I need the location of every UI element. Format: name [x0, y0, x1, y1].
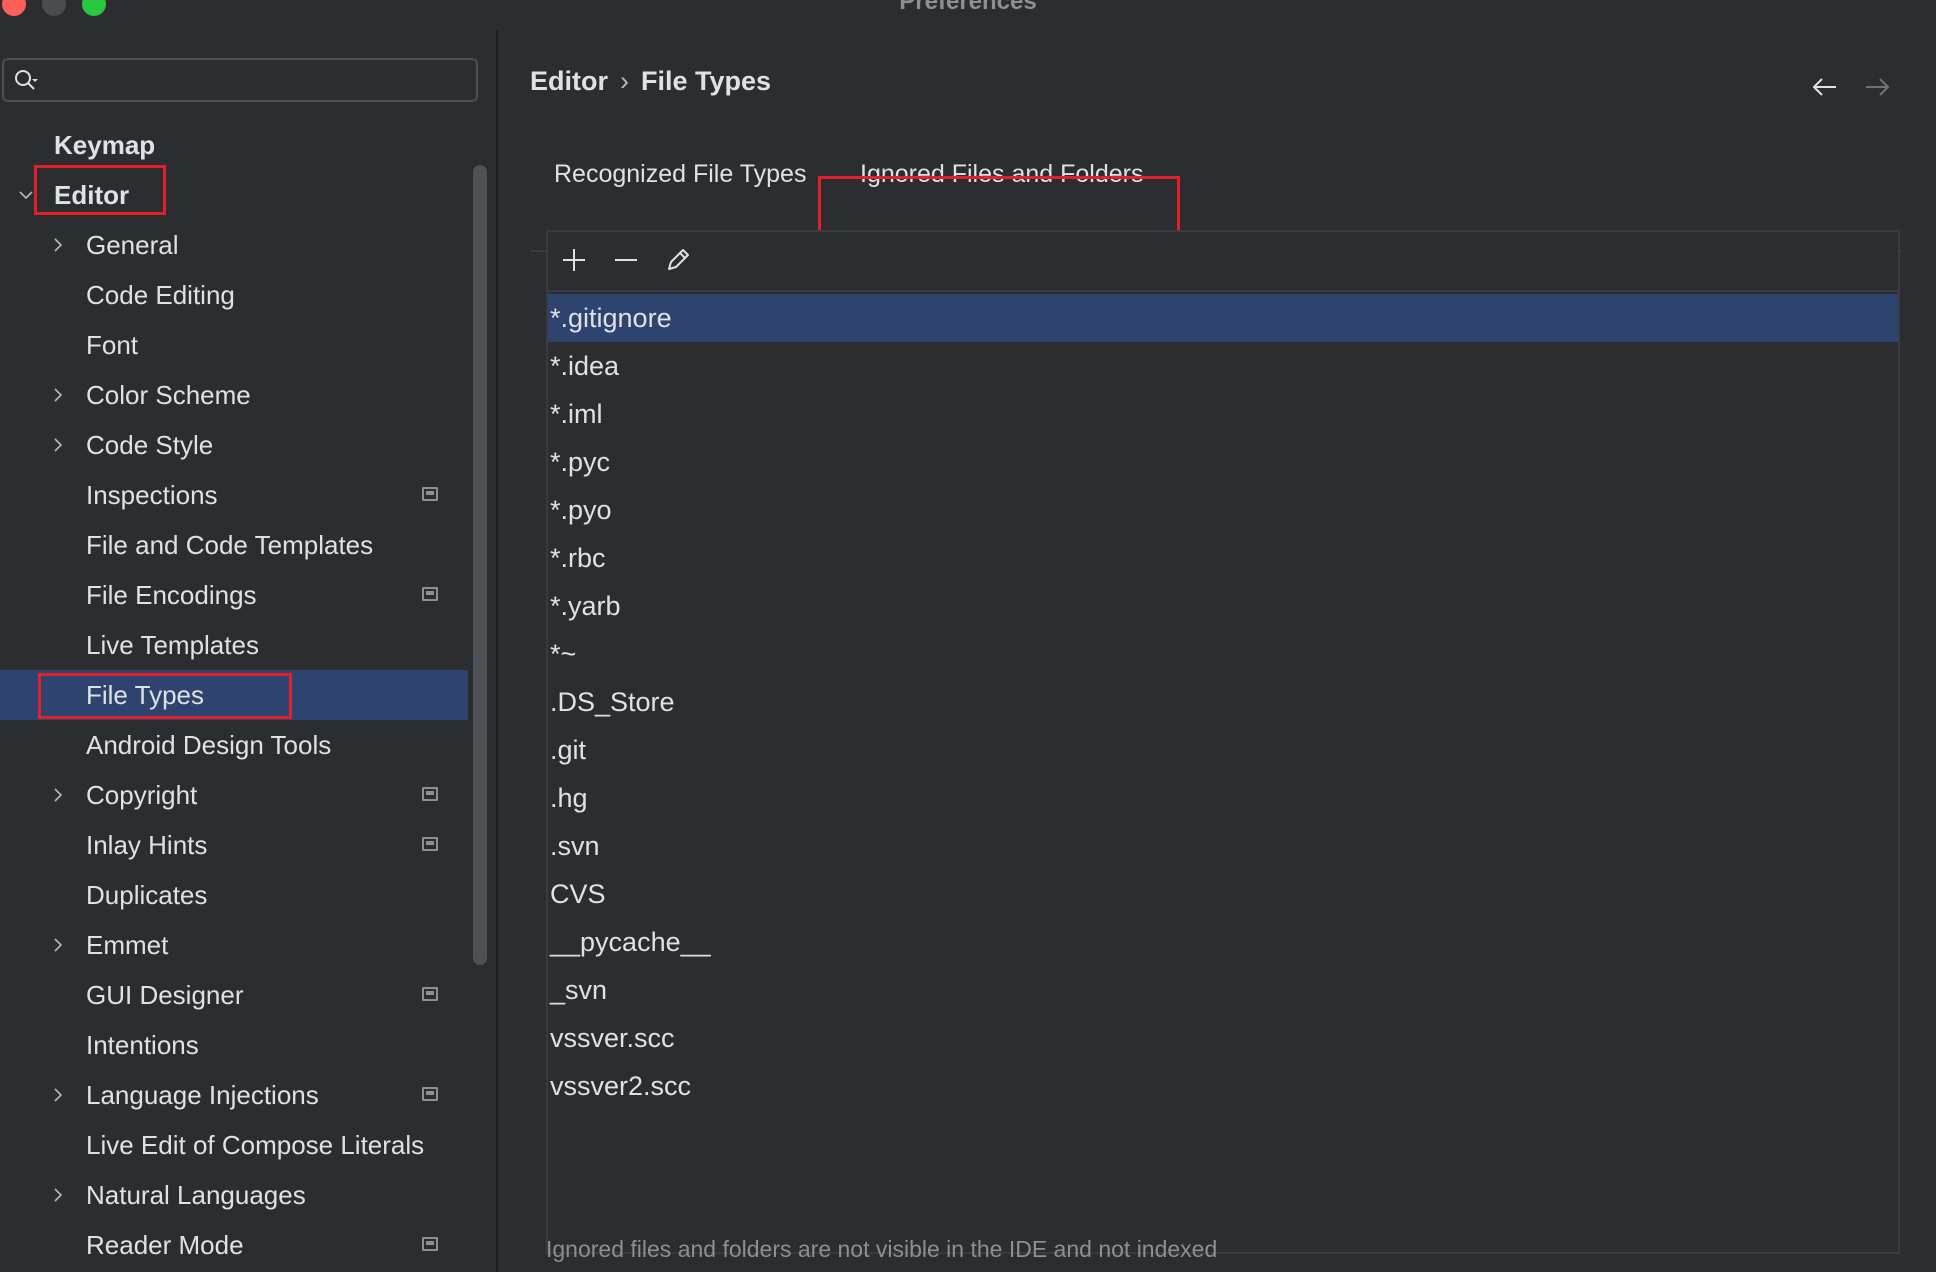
settings-sidebar: Keymap Editor General Code Editing Font …	[0, 30, 498, 1272]
list-item[interactable]: *.pyo	[548, 486, 1898, 534]
project-settings-icon	[422, 587, 438, 601]
sidebar-item-general[interactable]: General	[0, 220, 468, 270]
list-item[interactable]: vssver.scc	[548, 1014, 1898, 1062]
list-item[interactable]: _svn	[548, 966, 1898, 1014]
breadcrumb: Editor › File Types	[530, 66, 771, 97]
sidebar-item-code-style[interactable]: Code Style	[0, 420, 468, 470]
sidebar-item-live-templates[interactable]: Live Templates	[0, 620, 468, 670]
sidebar-item-label: Natural Languages	[86, 1180, 306, 1210]
list-item[interactable]: vssver2.scc	[548, 1062, 1898, 1110]
sidebar-item-label: Live Templates	[86, 630, 259, 660]
list-item[interactable]: *.yarb	[548, 582, 1898, 630]
sidebar-item-label: Keymap	[54, 130, 156, 160]
list-item[interactable]: .hg	[548, 774, 1898, 822]
sidebar-item-label: Editor	[54, 180, 130, 210]
sidebar-item-gui-designer[interactable]: GUI Designer	[0, 970, 468, 1020]
ignored-files-panel: *.gitignore *.idea *.iml *.pyc *.pyo *.r…	[546, 230, 1900, 1254]
title-bar: Preferences	[0, 0, 1936, 30]
sidebar-item-label: File and Code Templates	[86, 530, 374, 560]
sidebar-item-android-design-tools[interactable]: Android Design Tools	[0, 720, 468, 770]
chevron-right-icon[interactable]	[50, 937, 66, 953]
sidebar-item-label: File Encodings	[86, 580, 257, 610]
window-title: Preferences	[899, 0, 1037, 15]
list-item[interactable]: .DS_Store	[548, 678, 1898, 726]
chevron-right-icon[interactable]	[50, 1087, 66, 1103]
list-item[interactable]: *.iml	[548, 390, 1898, 438]
sidebar-item-label: Code Style	[86, 430, 214, 460]
sidebar-item-emmet[interactable]: Emmet	[0, 920, 468, 970]
sidebar-item-label: General	[86, 230, 179, 260]
sidebar-item-language-injections[interactable]: Language Injections	[0, 1070, 468, 1120]
list-item[interactable]: .svn	[548, 822, 1898, 870]
sidebar-item-editor[interactable]: Editor	[0, 170, 468, 220]
list-item[interactable]: .git	[548, 726, 1898, 774]
sidebar-item-label: Color Scheme	[86, 380, 251, 410]
list-toolbar	[548, 232, 1898, 292]
chevron-right-icon[interactable]	[50, 1187, 66, 1203]
project-settings-icon	[422, 987, 438, 1001]
breadcrumb-parent[interactable]: Editor	[530, 66, 608, 96]
list-item[interactable]: *.gitignore	[548, 294, 1898, 342]
chevron-right-icon[interactable]	[50, 387, 66, 403]
sidebar-item-label: Inlay Hints	[86, 830, 208, 860]
sidebar-item-file-types[interactable]: File Types	[0, 670, 468, 720]
sidebar-item-inlay-hints[interactable]: Inlay Hints	[0, 820, 468, 870]
list-item[interactable]: __pycache__	[548, 918, 1898, 966]
sidebar-item-label: Code Editing	[86, 280, 235, 310]
list-item[interactable]: *~	[548, 630, 1898, 678]
sidebar-item-reader-mode[interactable]: Reader Mode	[0, 1220, 468, 1270]
project-settings-icon	[422, 837, 438, 851]
sidebar-item-file-encodings[interactable]: File Encodings	[0, 570, 468, 620]
breadcrumb-current: File Types	[641, 66, 772, 96]
sidebar-item-color-scheme[interactable]: Color Scheme	[0, 370, 468, 420]
project-settings-icon	[422, 487, 438, 501]
add-icon[interactable]	[558, 244, 590, 276]
sidebar-item-code-editing[interactable]: Code Editing	[0, 270, 468, 320]
settings-tree: Keymap Editor General Code Editing Font …	[0, 120, 468, 1270]
sidebar-item-label: Reader Mode	[86, 1230, 244, 1260]
project-settings-icon	[422, 1237, 438, 1251]
sidebar-item-inspections[interactable]: Inspections	[0, 470, 468, 520]
sidebar-item-label: Android Design Tools	[86, 730, 332, 760]
sidebar-scrollbar[interactable]	[473, 165, 487, 965]
sidebar-item-label: File Types	[86, 680, 205, 710]
remove-icon[interactable]	[610, 244, 642, 276]
chevron-right-icon[interactable]	[50, 787, 66, 803]
sidebar-item-keymap[interactable]: Keymap	[0, 120, 468, 170]
chevron-down-icon[interactable]	[18, 187, 34, 203]
project-settings-icon	[422, 787, 438, 801]
list-item[interactable]: *.idea	[548, 342, 1898, 390]
chevron-right-icon[interactable]	[50, 237, 66, 253]
edit-pencil-icon[interactable]	[662, 244, 694, 276]
sidebar-item-file-and-code-templates[interactable]: File and Code Templates	[0, 520, 468, 570]
back-arrow-icon[interactable]	[1810, 72, 1840, 102]
search-icon	[15, 70, 38, 90]
sidebar-item-label: GUI Designer	[86, 980, 244, 1010]
sidebar-item-intentions[interactable]: Intentions	[0, 1020, 468, 1070]
breadcrumb-separator: ›	[620, 66, 629, 96]
sidebar-item-live-edit-compose-literals[interactable]: Live Edit of Compose Literals	[0, 1120, 468, 1170]
sidebar-item-label: Duplicates	[86, 880, 208, 910]
sidebar-item-label: Emmet	[86, 930, 169, 960]
sidebar-item-label: Inspections	[86, 480, 218, 510]
settings-content: Editor › File Types Recognized File Types …	[498, 30, 1936, 1272]
ignored-patterns-list: *.gitignore *.idea *.iml *.pyc *.pyo *.r…	[548, 294, 1898, 1110]
sidebar-item-copyright[interactable]: Copyright	[0, 770, 468, 820]
settings-search-input[interactable]	[2, 58, 478, 102]
ignored-files-hint: Ignored files and folders are not visibl…	[546, 1236, 1218, 1262]
sidebar-item-label: Font	[86, 330, 139, 360]
sidebar-item-label: Intentions	[86, 1030, 199, 1060]
list-item[interactable]: *.pyc	[548, 438, 1898, 486]
sidebar-item-natural-languages[interactable]: Natural Languages	[0, 1170, 468, 1220]
sidebar-item-label: Live Edit of Compose Literals	[86, 1130, 425, 1160]
sidebar-item-duplicates[interactable]: Duplicates	[0, 870, 468, 920]
forward-arrow-icon[interactable]	[1862, 72, 1892, 102]
project-settings-icon	[422, 1087, 438, 1101]
sidebar-item-font[interactable]: Font	[0, 320, 468, 370]
sidebar-item-label: Language Injections	[86, 1080, 319, 1110]
chevron-right-icon[interactable]	[50, 437, 66, 453]
sidebar-item-label: Copyright	[86, 780, 198, 810]
list-item[interactable]: CVS	[548, 870, 1898, 918]
list-item[interactable]: *.rbc	[548, 534, 1898, 582]
